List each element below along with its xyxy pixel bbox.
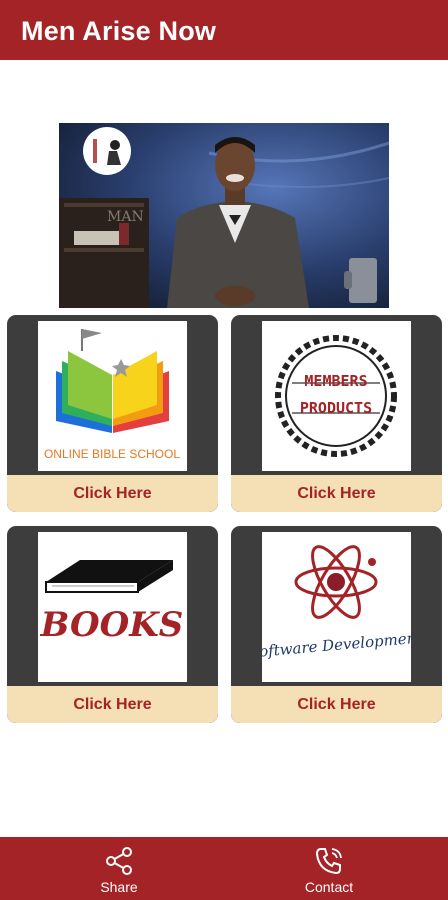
share-icon xyxy=(106,847,132,875)
software-development-click-button[interactable]: Click Here xyxy=(231,686,442,723)
online-bible-school-image: ONLINE BIBLE SCHOOL xyxy=(38,321,187,471)
software-development-text: Software Development xyxy=(262,628,411,661)
svg-text:MAN: MAN xyxy=(107,209,144,225)
card-online-bible-school[interactable]: ONLINE BIBLE SCHOOL Click Here xyxy=(7,315,218,512)
presenter-image: MAN xyxy=(59,123,389,308)
card-members-products[interactable]: MEMBERS PRODUCTS Click Here xyxy=(231,315,442,512)
software-development-image: Software Development xyxy=(262,532,411,682)
card-books[interactable]: BOOKS Click Here xyxy=(7,526,218,723)
share-label: Share xyxy=(100,879,138,895)
members-products-image: MEMBERS PRODUCTS xyxy=(262,321,411,471)
app-bar: Men Arise Now xyxy=(0,0,448,60)
books-click-button[interactable]: Click Here xyxy=(7,686,218,723)
hero-video[interactable]: MAN xyxy=(59,123,389,308)
card-software-development[interactable]: Software Development Click Here xyxy=(231,526,442,723)
app-title: Men Arise Now xyxy=(21,16,217,46)
books-text: BOOKS xyxy=(40,605,184,645)
online-bible-school-click-button[interactable]: Click Here xyxy=(7,475,218,512)
members-products-click-button[interactable]: Click Here xyxy=(231,475,442,512)
online-bible-school-text: ONLINE BIBLE SCHOOL xyxy=(44,447,180,461)
bottom-navigation: Share Contact xyxy=(0,837,448,900)
contact-button[interactable]: Contact xyxy=(269,837,389,900)
share-button[interactable]: Share xyxy=(59,837,179,900)
contact-label: Contact xyxy=(304,879,354,895)
members-text: MEMBERS xyxy=(304,372,367,390)
phone-icon xyxy=(315,848,342,875)
products-text: PRODUCTS xyxy=(300,399,372,417)
books-image: BOOKS xyxy=(38,532,187,682)
